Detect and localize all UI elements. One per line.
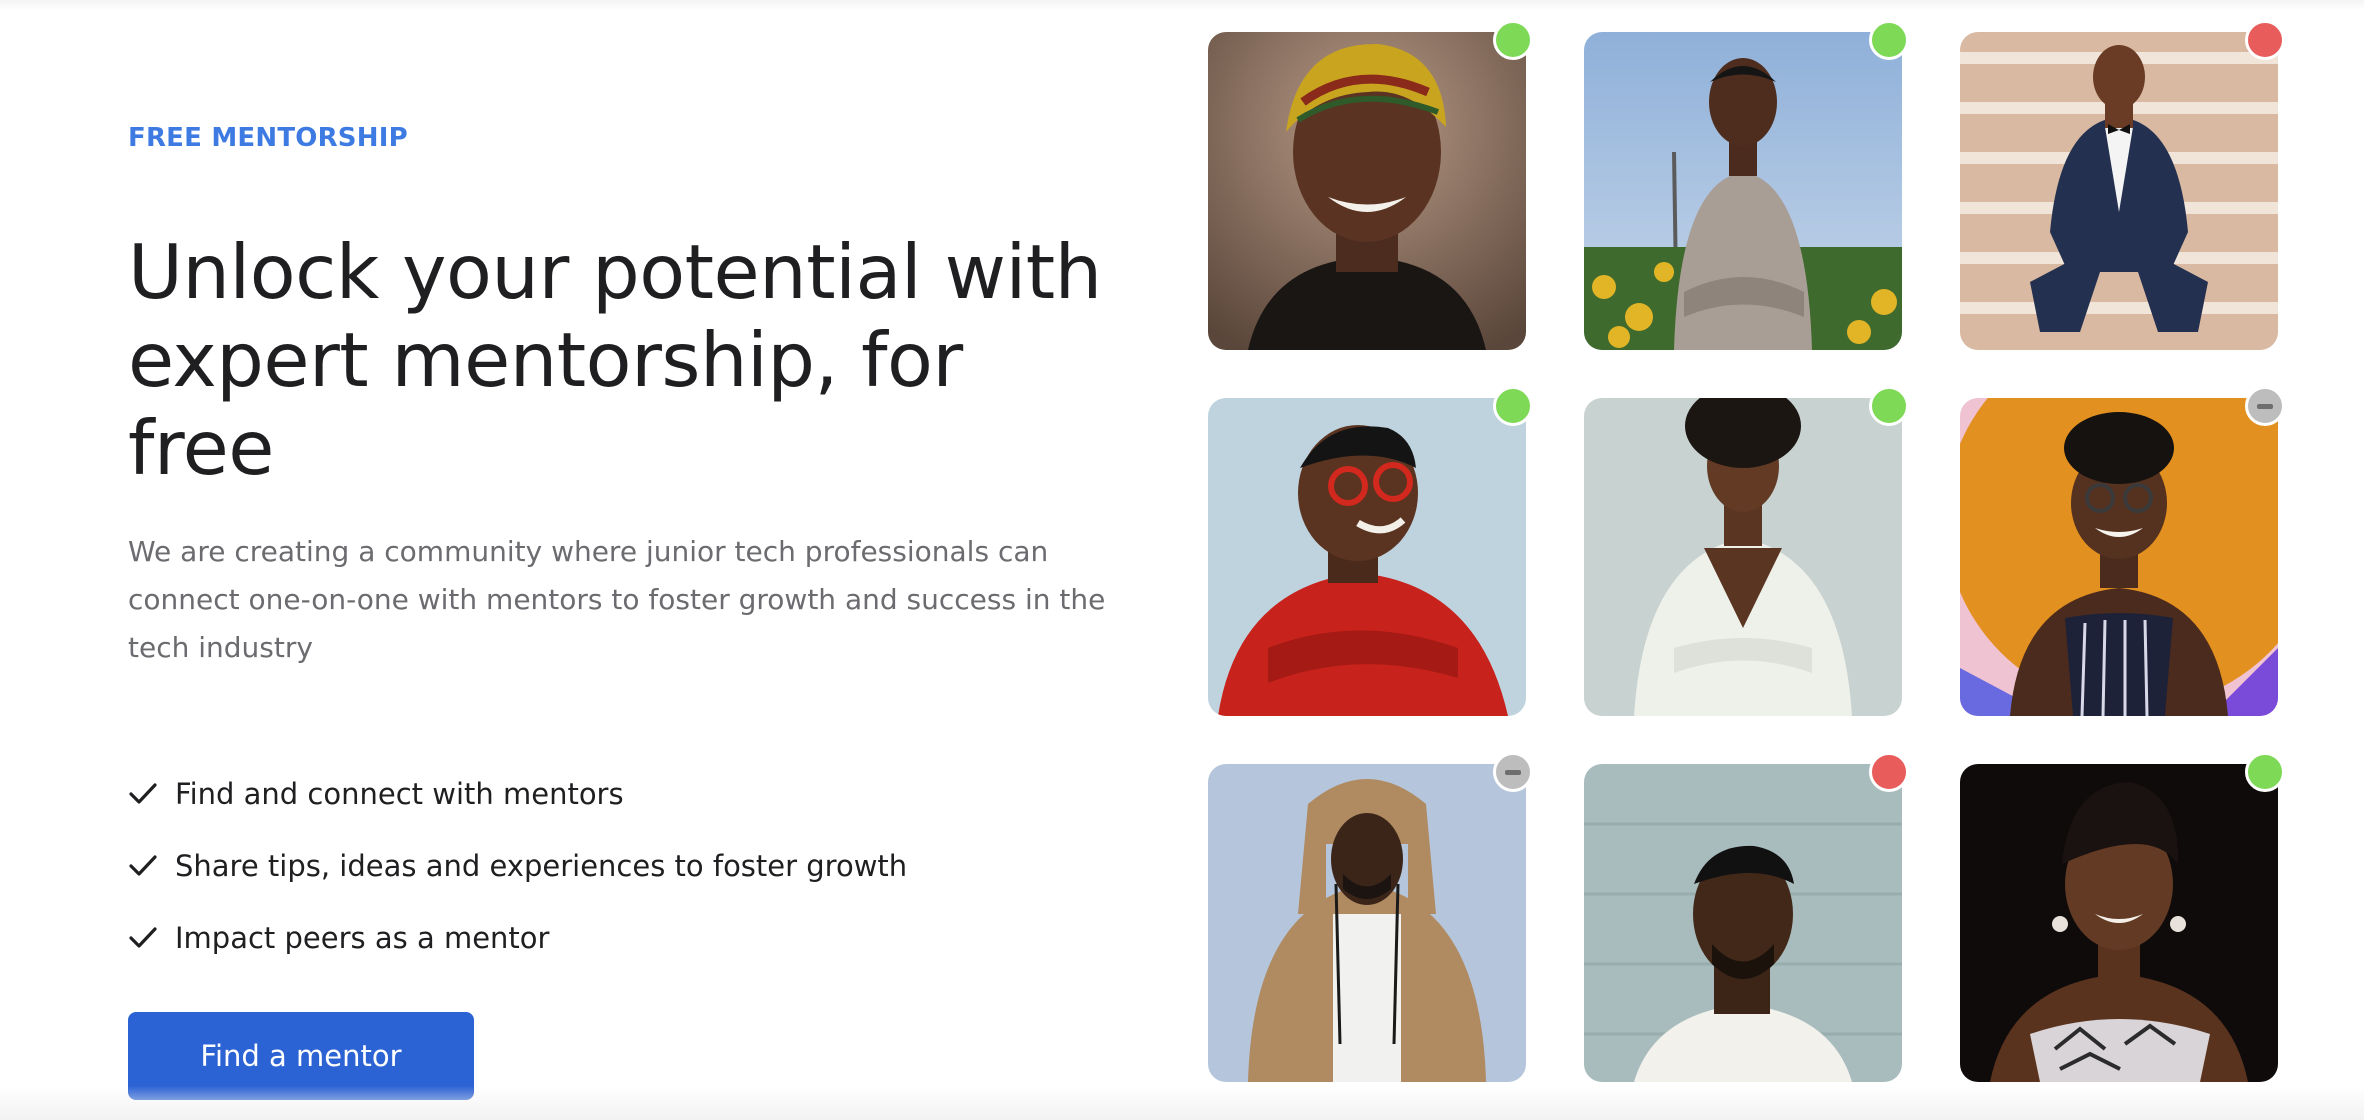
eyebrow-label: FREE MENTORSHIP [128, 123, 408, 153]
away-status-icon [1493, 752, 1533, 792]
busy-status-dot [1869, 752, 1909, 792]
online-status-dot [1493, 20, 1533, 60]
feature-item: Find and connect with mentors [128, 758, 1128, 830]
mentor-card[interactable] [1960, 764, 2278, 1082]
online-status-dot [1493, 386, 1533, 426]
mentor-photo [1584, 32, 1902, 350]
mentor-photo-grid [1208, 20, 2288, 1082]
headline-line-2: expert mentorship, for free [128, 316, 963, 492]
hero-section: FREE MENTORSHIP Unlock your potential wi… [128, 118, 1128, 1100]
page-headline: Unlock your potential with expert mentor… [128, 228, 1128, 492]
mentor-photo [1584, 398, 1902, 716]
top-edge-shadow [0, 0, 2364, 10]
mentor-card[interactable] [1208, 764, 1526, 1082]
feature-text: Impact peers as a mentor [175, 921, 550, 955]
mentor-photo [1584, 764, 1902, 1082]
bottom-edge-shadow [0, 1086, 2364, 1120]
hero-description: We are creating a community where junior… [128, 535, 1106, 664]
mentor-photo [1208, 398, 1526, 716]
busy-status-dot [2245, 20, 2285, 60]
headline-line-1: Unlock your potential with [128, 228, 1102, 316]
mentor-card[interactable] [1584, 32, 1902, 350]
away-status-icon [2245, 386, 2285, 426]
feature-list: Find and connect with mentors Share tips… [128, 758, 1128, 974]
mentor-card[interactable] [1208, 32, 1526, 350]
mentor-photo [1960, 398, 2278, 716]
mentor-card[interactable] [1208, 398, 1526, 716]
mentor-photo [1960, 764, 2278, 1082]
online-status-dot [1869, 386, 1909, 426]
feature-item: Impact peers as a mentor [128, 902, 1128, 974]
online-status-dot [1869, 20, 1909, 60]
mentor-card[interactable] [1584, 764, 1902, 1082]
online-status-dot [2245, 752, 2285, 792]
feature-item: Share tips, ideas and experiences to fos… [128, 830, 1128, 902]
feature-text: Share tips, ideas and experiences to fos… [175, 849, 908, 883]
mentor-card[interactable] [1584, 398, 1902, 716]
mentor-card[interactable] [1960, 398, 2278, 716]
mentor-photo [1208, 32, 1526, 350]
mentor-card[interactable] [1960, 32, 2278, 350]
checkmark-icon [129, 783, 157, 804]
feature-text: Find and connect with mentors [175, 777, 624, 811]
mentor-photo [1960, 32, 2278, 350]
checkmark-icon [129, 855, 157, 876]
mentor-photo [1208, 764, 1526, 1082]
checkmark-icon [129, 927, 157, 948]
